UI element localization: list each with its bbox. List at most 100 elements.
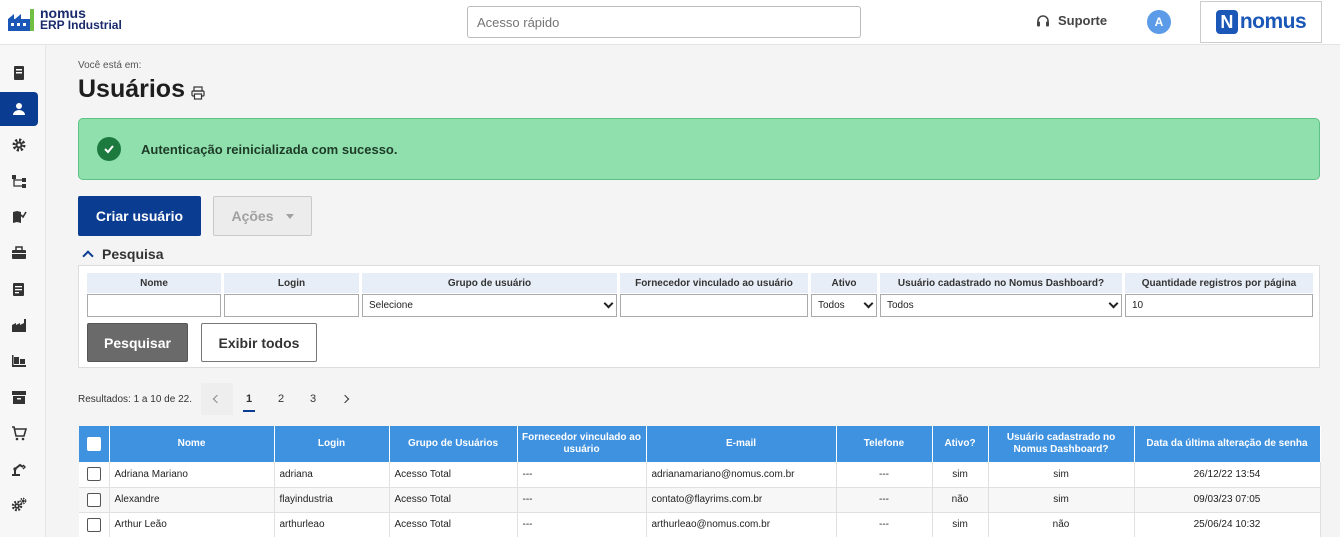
chevron-down-icon: [1108, 298, 1119, 309]
page-title-wrapper: Usuários: [78, 75, 205, 104]
name-input[interactable]: [87, 294, 221, 317]
page-3-link[interactable]: 3: [297, 383, 329, 415]
select-all-checkbox[interactable]: [86, 437, 101, 451]
print-icon[interactable]: [191, 85, 205, 100]
sidebar-item-structure[interactable]: [0, 164, 38, 198]
caret-down-icon: [285, 213, 294, 219]
pallet-icon: [12, 355, 26, 367]
cell-name[interactable]: Adriana Mariano: [109, 462, 275, 488]
column-header[interactable]: Data da última alteração de senha: [1134, 426, 1321, 462]
supplier-input[interactable]: [620, 294, 808, 317]
sidebar-item-business[interactable]: [0, 236, 38, 270]
sidebar-item-engineering[interactable]: [0, 452, 38, 486]
search-heading: Pesquisa: [102, 246, 164, 262]
sidebar-item-sales[interactable]: [0, 416, 38, 450]
cell-supplier: ---: [517, 462, 647, 488]
cell-active: não: [932, 487, 989, 513]
create-user-button[interactable]: Criar usuário: [78, 196, 201, 236]
factory-logo-icon: [8, 7, 36, 33]
group-field-label: Grupo de usuário: [362, 273, 617, 293]
gears-icon: [11, 497, 27, 512]
cell-login: flayindustria: [274, 487, 390, 513]
active-select[interactable]: Todos: [811, 294, 877, 317]
map-check-icon: [13, 211, 27, 223]
sidebar-item-reports[interactable]: [0, 272, 38, 306]
brand-name: nomus: [1239, 10, 1307, 33]
table-header-row: Nome Login Grupo de Usuários Fornecedor …: [79, 426, 1321, 462]
previous-page-button[interactable]: [201, 383, 233, 415]
login-input[interactable]: [224, 294, 359, 317]
cell-email: adrianamariano@nomus.com.br: [646, 462, 837, 488]
users-table: Nome Login Grupo de Usuários Fornecedor …: [79, 426, 1321, 537]
logo-subtitle: ERP Industrial: [40, 18, 122, 32]
actions-label: Ações: [231, 208, 274, 224]
cell-phone: ---: [836, 512, 933, 537]
support-link[interactable]: Suporte: [1036, 13, 1107, 28]
column-header[interactable]: E-mail: [646, 426, 837, 462]
name-field-label: Nome: [87, 273, 221, 293]
cell-email: contato@flayrims.com.br: [646, 487, 837, 513]
actions-dropdown-button[interactable]: Ações: [213, 196, 312, 236]
cell-phone: ---: [836, 487, 933, 513]
row-checkbox[interactable]: [86, 492, 101, 507]
column-header[interactable]: Telefone: [836, 426, 933, 462]
row-checkbox[interactable]: [86, 467, 101, 482]
cell-name[interactable]: Arthur Leão: [109, 512, 275, 537]
dashboard-field-label: Usuário cadastrado no Nomus Dashboard?: [880, 273, 1122, 293]
cell-phone: ---: [836, 462, 933, 488]
sidebar-item-tasks[interactable]: [0, 200, 38, 234]
search-panel: Nome Login Grupo de usuário Fornecedor v…: [78, 265, 1320, 368]
sidebar-item-users[interactable]: [0, 92, 38, 126]
sidebar-item-inventory[interactable]: [0, 380, 38, 414]
column-header[interactable]: Ativo?: [932, 426, 989, 462]
active-field-label: Ativo: [811, 273, 877, 293]
top-bar: nomus ERP Industrial Suporte A N nomus: [0, 0, 1340, 45]
column-header[interactable]: Nome: [109, 426, 275, 462]
cell-group: Acesso Total: [389, 512, 518, 537]
results-summary: Resultados: 1 a 10 de 22.: [78, 394, 192, 405]
sidebar-item-advanced-settings[interactable]: [0, 488, 38, 522]
column-header[interactable]: Fornecedor vinculado ao usuário: [517, 426, 647, 462]
search-button[interactable]: Pesquisar: [87, 323, 188, 362]
row-checkbox-cell: [79, 487, 110, 513]
per-page-field-label: Quantidade registros por página: [1125, 273, 1313, 293]
chevron-down-icon: [603, 298, 614, 309]
cell-supplier: ---: [517, 487, 647, 513]
column-header[interactable]: Login: [274, 426, 390, 462]
search-section-toggle[interactable]: Pesquisa: [82, 246, 164, 262]
cell-password-date: 09/03/23 07:05: [1134, 487, 1321, 513]
cell-password-date: 26/12/22 13:54: [1134, 462, 1321, 488]
column-header[interactable]: Grupo de Usuários: [389, 426, 518, 462]
group-select[interactable]: Selecione: [362, 294, 617, 317]
page-1-link[interactable]: 1: [233, 383, 265, 415]
user-avatar[interactable]: A: [1147, 10, 1171, 34]
cell-dashboard: não: [988, 512, 1135, 537]
row-checkbox-cell: [79, 462, 110, 488]
cell-dashboard: sim: [988, 462, 1135, 488]
page-2-link[interactable]: 2: [265, 383, 297, 415]
cart-icon: [12, 426, 27, 441]
briefcase-icon: [12, 246, 26, 259]
table-row[interactable]: Adriana Mariano adriana Acesso Total ---…: [79, 462, 1321, 488]
support-label: Suporte: [1058, 13, 1108, 28]
sidebar-item-logistics[interactable]: [0, 344, 38, 378]
sidebar-item-documents[interactable]: [0, 56, 38, 90]
app-logo[interactable]: nomus ERP Industrial: [8, 6, 122, 33]
per-page-input[interactable]: 10: [1125, 294, 1313, 317]
row-checkbox[interactable]: [86, 517, 101, 532]
quick-access-input[interactable]: [467, 6, 861, 38]
column-header[interactable]: Usuário cadastrado no Nomus Dashboard?: [988, 426, 1135, 462]
pagination: 1 2 3: [201, 383, 361, 415]
cell-group: Acesso Total: [389, 462, 518, 488]
breadcrumb: Você está em:: [78, 60, 142, 71]
dashboard-select[interactable]: Todos: [880, 294, 1122, 317]
show-all-button[interactable]: Exibir todos: [201, 323, 317, 362]
cell-name[interactable]: Alexandre: [109, 487, 275, 513]
table-row[interactable]: Arthur Leão arthurleao Acesso Total --- …: [79, 512, 1321, 537]
archive-icon: [12, 391, 26, 404]
next-page-button[interactable]: [329, 383, 361, 415]
sidebar-item-production[interactable]: [0, 308, 38, 342]
cell-supplier: ---: [517, 512, 647, 537]
table-row[interactable]: Alexandre flayindustria Acesso Total ---…: [79, 487, 1321, 513]
sidebar-item-settings[interactable]: [0, 128, 38, 162]
